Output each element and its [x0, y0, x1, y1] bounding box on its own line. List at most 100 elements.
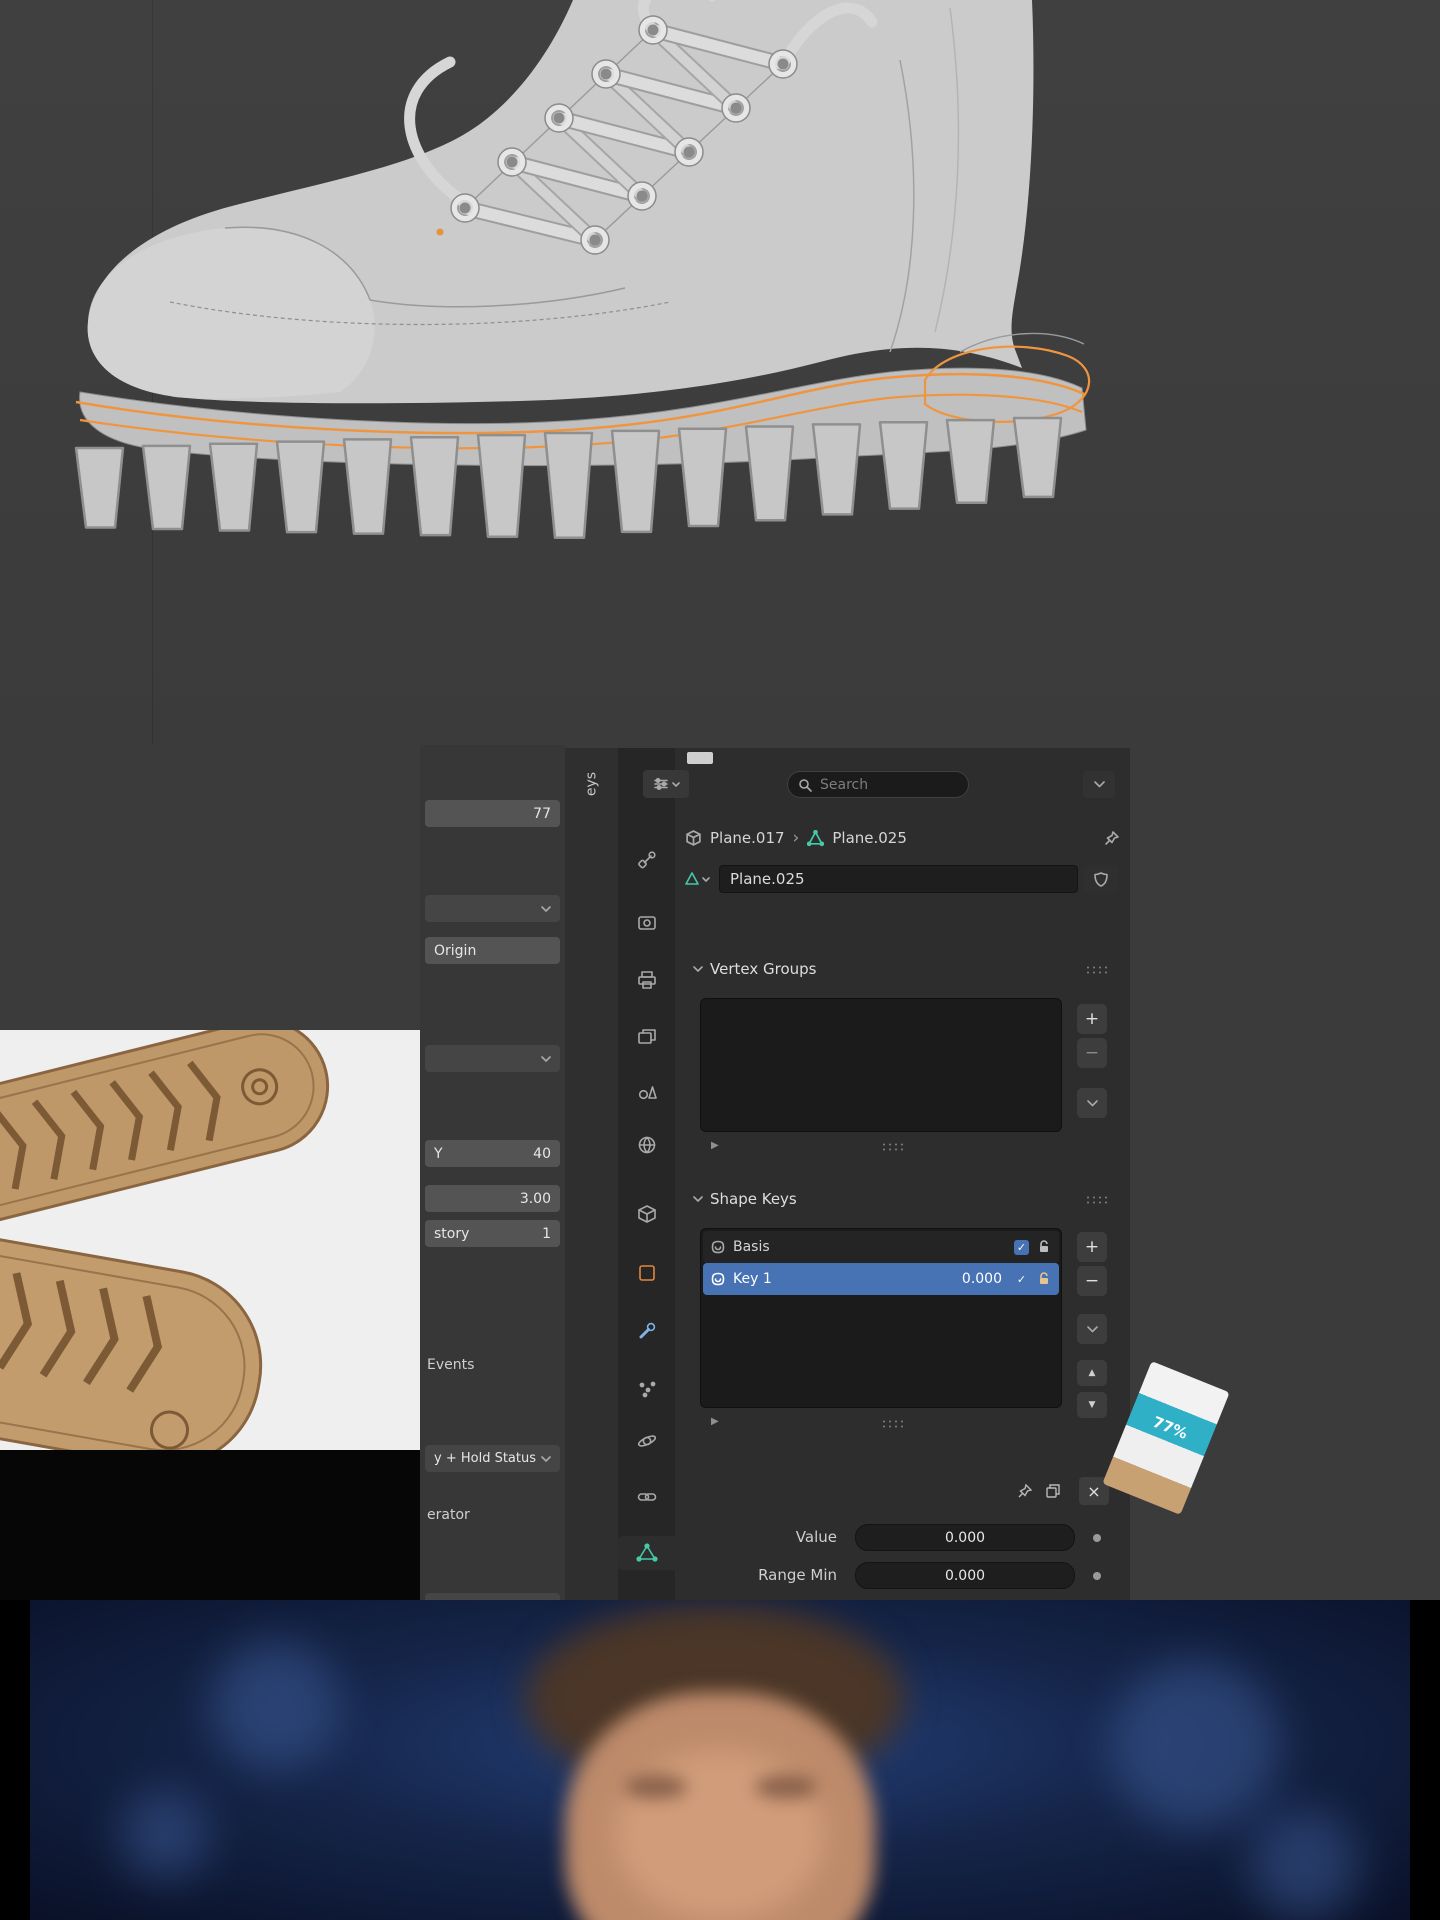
search-box[interactable] [787, 771, 969, 798]
generator-label: erator [427, 1507, 470, 1523]
tab-output[interactable] [618, 963, 675, 997]
expand-arrow[interactable]: ▶ [711, 1416, 719, 1427]
window-notch [687, 752, 713, 764]
tab-modifiers[interactable] [618, 1314, 675, 1348]
dropdown-bottom[interactable] [425, 1593, 560, 1600]
panel-grip[interactable] [1085, 1195, 1109, 1204]
sole-tread-bottom [0, 1225, 263, 1468]
tab-view-layer[interactable] [618, 1020, 675, 1054]
chevron-down-icon [541, 905, 551, 912]
chevron-down-icon [1086, 1099, 1098, 1106]
vertex-group-specials-button[interactable] [1077, 1088, 1107, 1118]
resize-grip[interactable] [881, 1419, 905, 1428]
pin-icon[interactable] [1017, 1483, 1033, 1499]
checkbox-checked[interactable]: ✓ [1014, 1239, 1029, 1255]
partial-properties-column: 77 Origin Y 40 3.00 story 1 Events y + H… [420, 745, 565, 1600]
eye-shadow [755, 1775, 817, 1799]
axis-y-field[interactable]: Y 40 [425, 1140, 560, 1167]
shape-key-value: 0.000 [961, 1271, 1002, 1287]
resize-grip[interactable] [881, 1142, 905, 1151]
tab-material[interactable] [618, 1592, 675, 1600]
shapekey-icon [711, 1272, 725, 1286]
search-input[interactable] [818, 775, 942, 794]
shield-icon [1094, 871, 1108, 887]
copy-squares-icon[interactable] [1045, 1483, 1061, 1499]
mesh-data-icon [685, 872, 699, 885]
shape-key-specials-button[interactable] [1077, 1314, 1107, 1344]
datablock-menu-button[interactable] [681, 865, 713, 893]
mesh-data-icon [807, 829, 825, 846]
tab-tool[interactable] [618, 843, 675, 877]
shape-key-add-button[interactable]: + [1077, 1232, 1107, 1262]
shape-key-remove-button[interactable]: − [1077, 1266, 1107, 1296]
video-frame [30, 1600, 1410, 1920]
vertex-groups-header[interactable]: Vertex Groups [693, 960, 816, 978]
breadcrumb-data[interactable]: Plane.025 [832, 829, 907, 847]
value-field[interactable]: 0.000 [855, 1524, 1075, 1551]
range-min-field[interactable]: 0.000 [855, 1562, 1075, 1589]
shape-keys-list[interactable]: Basis ✓ Key 1 0.000 ✓ [700, 1228, 1062, 1408]
eye-shadow [625, 1775, 687, 1799]
breadcrumb-separator: › [792, 828, 800, 848]
pin-icon[interactable] [1104, 830, 1120, 846]
shape-key-move-up-button[interactable]: ▲ [1077, 1360, 1107, 1386]
screen: 77 Origin Y 40 3.00 story 1 Events y + H… [0, 0, 1440, 1920]
letterbox-band [0, 1450, 420, 1600]
video-overlay[interactable] [0, 1600, 1440, 1920]
chevron-down-icon [1093, 781, 1105, 788]
count-field[interactable]: 77 [425, 800, 560, 827]
range-min-label: Range Min [758, 1566, 837, 1584]
expand-arrow[interactable]: ▶ [711, 1140, 719, 1151]
dropdown-1[interactable] [425, 895, 560, 922]
value-label: Value [795, 1528, 837, 1546]
dropdown-2[interactable] [425, 1045, 560, 1072]
datablock-name-row: Plane.025 [681, 864, 1118, 894]
vertex-group-add-button[interactable]: + [1077, 1004, 1107, 1034]
rotated-panel-label: eys [583, 771, 600, 797]
hold-status-dropdown[interactable]: y + Hold Status [425, 1445, 560, 1472]
keyframe-dot[interactable] [1093, 1534, 1101, 1542]
sole-tread-top [0, 1018, 330, 1231]
tab-object[interactable] [618, 1256, 675, 1290]
search-icon [799, 778, 812, 792]
tab-scene[interactable] [618, 1074, 675, 1108]
origin-button[interactable]: Origin [425, 937, 560, 964]
shape-key-move-down-button[interactable]: ▼ [1077, 1392, 1107, 1418]
keyframe-dot[interactable] [1093, 1572, 1101, 1580]
header-collapse-button[interactable] [1083, 771, 1115, 798]
lock-open-icon[interactable] [1037, 1240, 1051, 1254]
lock-open-icon[interactable] [1037, 1272, 1051, 1286]
tab-world[interactable] [618, 1128, 675, 1162]
breadcrumb-object[interactable]: Plane.017 [710, 829, 785, 847]
breadcrumb: Plane.017 › Plane.025 [685, 822, 1120, 854]
properties-editor-icon [653, 777, 668, 791]
chevron-down-icon [541, 1455, 551, 1462]
percent-label: 77% [1150, 1412, 1191, 1444]
tab-collection[interactable] [618, 1196, 675, 1230]
chevron-down-icon [693, 1196, 703, 1202]
history-field[interactable]: story 1 [425, 1220, 560, 1247]
scale-field[interactable]: 3.00 [425, 1185, 560, 1212]
chevron-down-icon [541, 1055, 551, 1062]
fake-user-button[interactable] [1084, 865, 1118, 893]
panel-grip[interactable] [1085, 965, 1109, 974]
tab-particles[interactable] [618, 1372, 675, 1406]
editor-type-button[interactable] [643, 770, 689, 798]
3d-cursor-dot [436, 228, 444, 236]
properties-editor: eys Search Plane.017 › Plane.025 Plane.0… [565, 748, 1130, 1600]
editor-edge-strip: eys [565, 748, 619, 1600]
boot-model [74, 0, 1091, 539]
vertex-group-remove-button[interactable]: − [1077, 1038, 1107, 1068]
tab-constraints[interactable] [618, 1480, 675, 1514]
tab-render[interactable] [618, 906, 675, 940]
cube-icon [686, 829, 701, 846]
vertex-groups-list[interactable] [700, 998, 1062, 1132]
shape-keys-header[interactable]: Shape Keys [693, 1190, 797, 1208]
chevron-down-icon [693, 966, 703, 972]
checkbox-checked[interactable]: ✓ [1014, 1271, 1029, 1287]
datablock-name-field[interactable]: Plane.025 [719, 865, 1078, 893]
shape-key-row-basis[interactable]: Basis ✓ [703, 1231, 1059, 1263]
3d-viewport[interactable] [0, 0, 1440, 745]
shape-key-row-key1[interactable]: Key 1 0.000 ✓ [703, 1263, 1059, 1295]
tab-physics[interactable] [618, 1424, 675, 1458]
